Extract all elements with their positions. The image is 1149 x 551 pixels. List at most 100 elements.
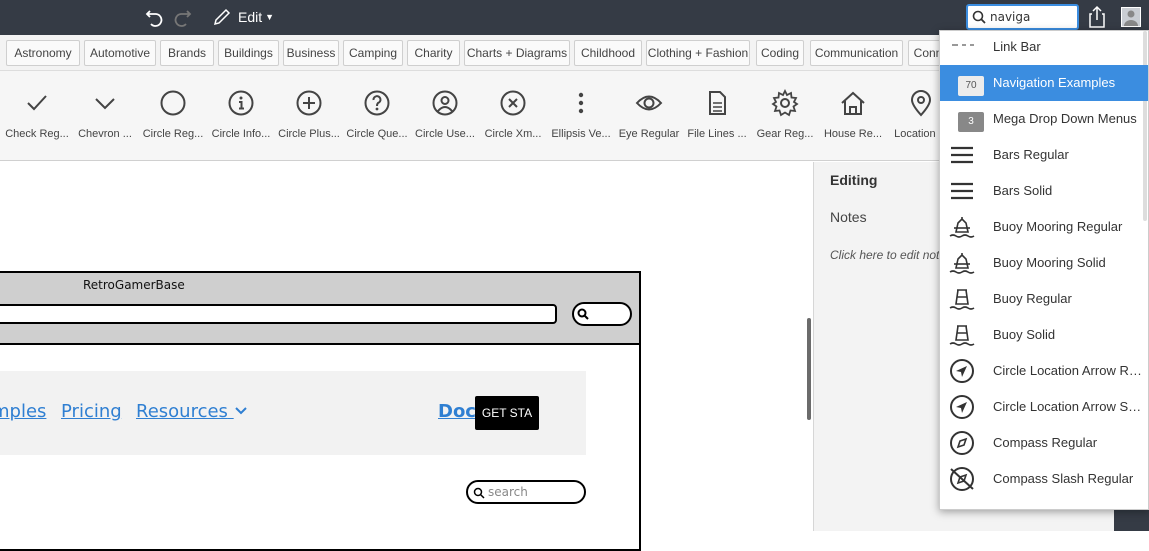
dropdown-item[interactable]: Circle Location Arrow Solid [940, 389, 1148, 425]
icon-tile[interactable]: Circle Plus... [276, 89, 342, 140]
file-lines-icon [684, 89, 750, 117]
category-tab[interactable]: Charts + Diagrams [464, 40, 570, 66]
eye-icon [616, 89, 682, 117]
icon-tile-label: House Re... [823, 128, 883, 140]
share-icon[interactable] [1087, 5, 1107, 29]
icon-tile[interactable]: Circle Use... [412, 89, 478, 140]
search-results-dropdown: Link Bar 70 Navigation Examples 3 Mega Drop … [939, 30, 1149, 510]
pencil-icon [213, 8, 231, 26]
wireframe-title: RetroGamerBase [83, 278, 185, 292]
wireframe-cta-button[interactable]: GET STA [475, 396, 539, 430]
dropdown-item[interactable]: Link Bar [940, 31, 1148, 65]
gear-icon [752, 89, 818, 117]
circle-info-icon [208, 89, 274, 117]
category-tab[interactable]: Communication [810, 40, 903, 66]
user-avatar-icon[interactable] [1121, 7, 1141, 27]
icon-tile-label: Circle Que... [346, 128, 408, 140]
search-input[interactable] [990, 10, 1075, 24]
dropdown-item-label: Buoy Regular [993, 291, 1072, 306]
circle-plus-icon [276, 89, 342, 117]
dropdown-item-label: Compass Regular [993, 435, 1098, 450]
circle-user-icon [412, 89, 478, 117]
panel-heading-editing: Editing [830, 172, 878, 188]
ellipsis-vertical-icon [548, 89, 614, 117]
dropdown-item[interactable]: Bars Regular [940, 137, 1148, 173]
category-tab[interactable]: Automotive [84, 40, 156, 66]
icon-tile[interactable]: Circle Que... [344, 89, 410, 140]
category-tab[interactable]: Coding [756, 40, 804, 66]
dropdown-item-label: Buoy Solid [993, 327, 1056, 342]
dropdown-item[interactable]: 3 Mega Drop Down Menus [940, 101, 1148, 137]
icon-tile[interactable]: Gear Reg... [752, 89, 818, 140]
panel-notes-label[interactable]: Notes [830, 209, 867, 225]
dropdown-item[interactable]: Compass Slash Regular [940, 461, 1148, 497]
dropdown-item-label: Circle Location Arrow Solid [993, 399, 1143, 414]
wireframe-link-examples[interactable]: mples [0, 401, 46, 422]
icon-tile[interactable]: Check Reg... [4, 89, 70, 140]
navigation-examples-icon: 70 [948, 71, 984, 96]
compass-icon [948, 431, 976, 455]
canvas-scrollbar[interactable] [807, 318, 811, 420]
icon-tile-label: Circle Xm... [484, 128, 542, 140]
dropdown-item[interactable]: Buoy Mooring Regular [940, 209, 1148, 245]
icon-tile[interactable]: House Re... [820, 89, 886, 140]
category-tab[interactable]: Camping [343, 40, 403, 66]
category-tab[interactable]: Charity [407, 40, 460, 66]
icon-tile[interactable]: Circle Info... [208, 89, 274, 140]
category-tab[interactable]: Brands [160, 40, 214, 66]
category-tab[interactable]: Business [283, 40, 339, 66]
wireframe-browser-window[interactable]: RetroGamerBase mples Pricing Resources D… [0, 271, 641, 551]
category-tab[interactable]: Astronomy [6, 40, 80, 66]
category-tab[interactable]: Childhood [574, 40, 642, 66]
search-icon [577, 308, 589, 320]
icon-tile-label: Eye Regular [618, 128, 680, 140]
icon-tile[interactable]: Chevron ... [72, 89, 138, 140]
wireframe-search-placeholder: search [488, 485, 528, 499]
notes-edit-hint[interactable]: Click here to edit notes [830, 248, 952, 262]
undo-icon[interactable] [144, 6, 166, 28]
item-count-badge: 70 [958, 76, 984, 96]
dropdown-item[interactable]: Compass Regular [940, 425, 1148, 461]
icon-tile[interactable]: Ellipsis Ve... [548, 89, 614, 140]
category-tab[interactable]: Clothing + Fashion [646, 40, 750, 66]
dropdown-item[interactable]: Circle Location Arrow Regular [940, 353, 1148, 389]
panel-resize-corner[interactable] [1114, 509, 1149, 531]
wireframe-link-pricing[interactable]: Pricing [61, 401, 122, 422]
wireframe-search-button [572, 302, 632, 326]
buoy-mooring-icon [948, 215, 976, 239]
dropdown-item[interactable]: Bars Solid [940, 173, 1148, 209]
dropdown-item-label: Bars Solid [993, 183, 1053, 198]
icon-tile-label: File Lines ... [687, 128, 747, 140]
dropdown-item[interactable]: Buoy Regular [940, 281, 1148, 317]
chevron-down-icon: ▼ [265, 12, 275, 22]
compass-slash-icon [948, 467, 976, 491]
dropdown-item[interactable]: Buoy Mooring Solid [940, 245, 1148, 281]
category-tab[interactable]: Buildings [218, 40, 279, 66]
icon-tile[interactable]: Circle Reg... [140, 89, 206, 140]
wireframe-nav-bar: mples Pricing Resources Docs GET STA [0, 371, 586, 455]
check-icon [4, 89, 70, 117]
editor-canvas[interactable]: RetroGamerBase mples Pricing Resources D… [0, 162, 812, 551]
icon-tile[interactable]: Eye Regular [616, 89, 682, 140]
chevron-down-icon [72, 89, 138, 117]
icon-tile-label: Circle Info... [211, 128, 271, 140]
wireframe-link-resources[interactable]: Resources [136, 401, 248, 422]
icon-tile-label: Check Reg... [5, 128, 69, 140]
wireframe-address-bar [0, 304, 557, 324]
circle-icon [140, 89, 206, 117]
circle-location-arrow-icon [948, 359, 976, 383]
search-icon [972, 10, 986, 24]
dropdown-item[interactable]: 70 Navigation Examples [940, 65, 1148, 101]
dropdown-item-label: Buoy Mooring Regular [993, 219, 1123, 234]
link-bar-icon [948, 35, 976, 59]
dropdown-item[interactable]: Buoy Solid [940, 317, 1148, 353]
edit-menu-button[interactable]: Edit ▼ [212, 6, 274, 28]
icon-tile[interactable]: Circle Xm... [480, 89, 546, 140]
search-box[interactable] [966, 4, 1079, 30]
redo-icon[interactable] [171, 6, 193, 28]
dropdown-item-label: Mega Drop Down Menus [993, 111, 1137, 126]
wireframe-search-field[interactable]: search [466, 480, 586, 504]
circle-location-arrow-icon [948, 395, 976, 419]
dropdown-item-label: Circle Location Arrow Regular [993, 363, 1143, 378]
icon-tile[interactable]: File Lines ... [684, 89, 750, 140]
